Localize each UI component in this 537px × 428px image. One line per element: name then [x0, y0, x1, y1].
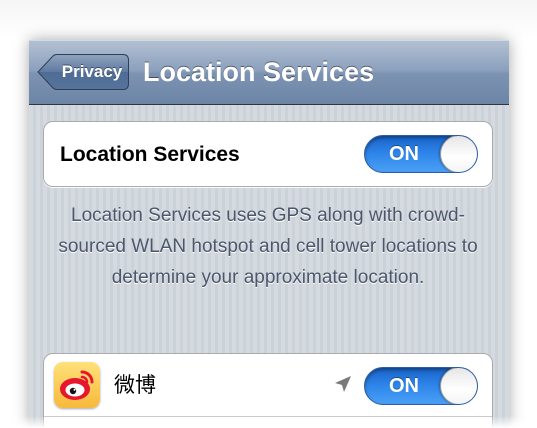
navigation-bar: Privacy Location Services: [29, 40, 509, 105]
bottom-fade: [0, 416, 537, 428]
weibo-icon: [54, 362, 100, 408]
location-services-description: Location Services uses GPS along with cr…: [58, 205, 478, 288]
location-arrow-icon: [335, 376, 351, 392]
toggle-on-label: ON: [389, 143, 419, 165]
location-services-toggle[interactable]: ON: [364, 135, 478, 173]
weibo-location-toggle[interactable]: ON: [364, 367, 478, 405]
page-background: [0, 0, 537, 40]
toggle-knob: [440, 136, 477, 172]
app-row-weibo[interactable]: 微博 ON: [44, 354, 492, 416]
settings-screen: Privacy Location Services Location Servi…: [29, 40, 509, 428]
app-name-weibo: 微博: [114, 373, 156, 397]
back-button-label: Privacy: [61, 62, 123, 81]
toggle-knob: [440, 368, 477, 404]
toggle-on-label: ON: [389, 375, 419, 397]
page-title: Location Services: [143, 57, 375, 87]
location-services-label: Location Services: [60, 143, 240, 166]
location-services-group: Location Services ON: [43, 121, 493, 187]
back-button[interactable]: Privacy: [37, 54, 129, 90]
